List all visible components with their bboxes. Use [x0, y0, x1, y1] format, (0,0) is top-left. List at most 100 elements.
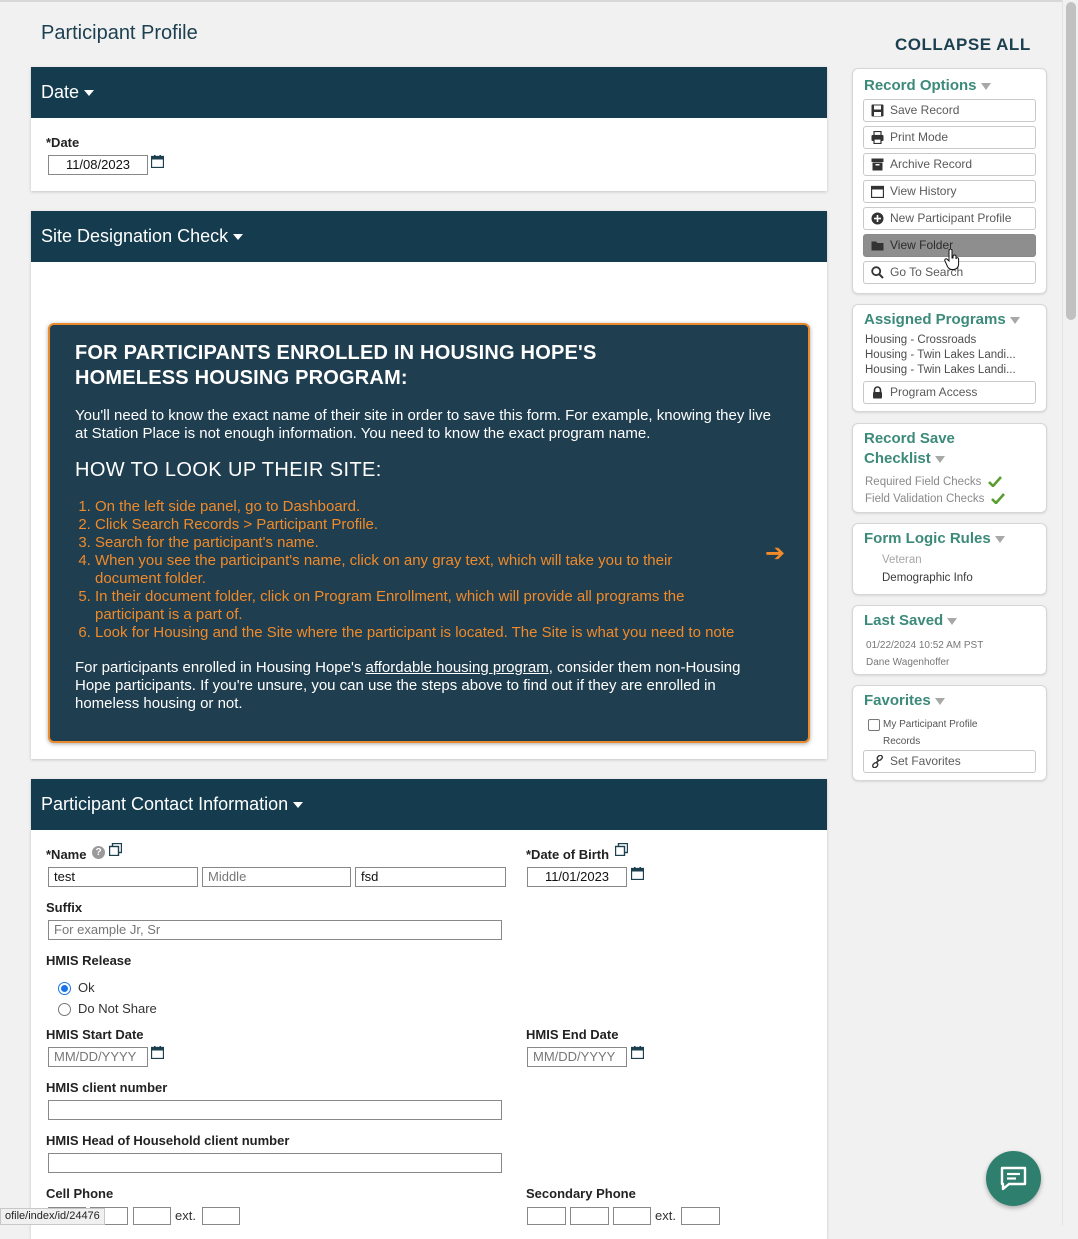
checklist-title-line2[interactable]: Checklist — [864, 449, 945, 469]
hmis-start-date-label: HMIS Start Date — [46, 1027, 144, 1042]
record-save-checklist-panel: Record Save Checklist Required Field Che… — [852, 423, 1047, 513]
form-logic-item-demographic: Demographic Info — [882, 572, 973, 584]
secondary-phone-area-input[interactable] — [527, 1207, 566, 1225]
print-mode-label: Print Mode — [890, 130, 949, 144]
affordable-housing-link[interactable]: affordable housing program — [366, 659, 549, 676]
last-saved-user: Dane Wagenhoffer — [866, 657, 950, 668]
last-name-input[interactable]: fsd — [355, 867, 506, 887]
checklist-title-line2-text: Checklist — [864, 450, 931, 467]
dob-input[interactable]: 11/01/2023 — [527, 867, 627, 887]
first-name-input[interactable]: test — [48, 867, 198, 887]
suffix-label: Suffix — [46, 900, 83, 915]
record-options-title-text: Record Options — [864, 77, 977, 94]
checklist-title-line1[interactable]: Record Save — [864, 429, 955, 449]
caret-down-icon — [947, 617, 958, 625]
new-participant-profile-button[interactable]: New Participant Profile — [863, 207, 1036, 230]
contact-section-header[interactable]: Participant Contact Information — [31, 779, 827, 830]
archive-record-button[interactable]: Archive Record — [863, 153, 1036, 176]
hmis-release-do-not-share-radio[interactable] — [58, 1003, 71, 1016]
scrollbar-thumb[interactable] — [1066, 2, 1076, 320]
favorites-checkbox-label-line1: My Participant Profile — [883, 719, 978, 730]
date-section: Date — [31, 67, 827, 191]
date-section-header[interactable]: Date — [31, 67, 827, 118]
assigned-programs-title-text: Assigned Programs — [864, 311, 1006, 328]
field-validation-checks-label: Field Validation Checks — [865, 493, 985, 505]
calendar-icon[interactable] — [631, 1046, 644, 1059]
page-title: Participant Profile — [41, 22, 198, 44]
dob-label: *Date of Birth — [526, 847, 610, 862]
lock-icon — [873, 386, 882, 399]
calendar-icon[interactable] — [151, 1046, 164, 1059]
hmis-client-number-label: HMIS client number — [46, 1080, 168, 1095]
folder-icon — [871, 241, 884, 251]
hmis-start-date-input[interactable]: MM/DD/YYYY — [48, 1047, 148, 1067]
assigned-programs-panel: Assigned Programs Housing - Crossroads H… — [852, 304, 1047, 412]
suffix-input[interactable]: For example Jr, Sr — [48, 920, 502, 940]
program-access-label: Program Access — [890, 385, 978, 399]
hmis-end-date-input[interactable]: MM/DD/YYYY — [527, 1047, 627, 1067]
assigned-program-item[interactable]: Housing - Twin Lakes Landi... — [865, 364, 1016, 376]
contact-section-title: Participant Contact Information — [41, 794, 289, 814]
calendar-icon[interactable] — [151, 155, 164, 168]
cell-phone-ext-input[interactable] — [202, 1207, 240, 1225]
hmis-client-number-input[interactable] — [48, 1100, 502, 1120]
assigned-program-item[interactable]: Housing - Crossroads — [865, 334, 976, 346]
hmis-head-of-household-input[interactable] — [48, 1153, 502, 1173]
view-history-button[interactable]: View History — [863, 180, 1036, 203]
secondary-phone-ext-input[interactable] — [681, 1207, 720, 1225]
secondary-phone-line-input[interactable] — [613, 1207, 651, 1225]
view-history-label: View History — [890, 184, 957, 198]
cell-phone-line-input[interactable] — [133, 1207, 171, 1225]
my-participant-profile-checkbox[interactable] — [868, 719, 880, 731]
plus-circle-icon — [871, 212, 884, 225]
secondary-phone-prefix-input[interactable] — [570, 1207, 609, 1225]
new-participant-profile-label: New Participant Profile — [890, 211, 1012, 225]
calendar-icon[interactable] — [631, 867, 644, 880]
info-step: Click Search Records > Participant Profi… — [95, 516, 795, 534]
caret-down-icon — [994, 535, 1005, 543]
form-logic-rules-panel: Form Logic Rules Veteran Demographic Inf… — [852, 523, 1047, 595]
required-field-checks: Required Field Checks — [865, 476, 1002, 489]
calendar-icon — [871, 185, 884, 198]
archive-record-label: Archive Record — [890, 157, 973, 171]
info-step: Search for the participant's name. — [95, 534, 795, 552]
assigned-program-item[interactable]: Housing - Twin Lakes Landi... — [865, 349, 1016, 361]
record-options-title[interactable]: Record Options — [864, 76, 991, 96]
secondary-phone-ext-label: ext. — [655, 1208, 676, 1223]
form-logic-rules-title[interactable]: Form Logic Rules — [864, 529, 1005, 549]
check-icon — [987, 476, 1002, 489]
date-label: *Date — [46, 135, 80, 150]
search-icon — [871, 266, 884, 279]
favorites-title[interactable]: Favorites — [864, 691, 945, 711]
print-mode-button[interactable]: Print Mode — [863, 126, 1036, 149]
chat-button[interactable] — [986, 1151, 1041, 1206]
save-record-button[interactable]: Save Record — [863, 99, 1036, 122]
vertical-scrollbar[interactable] — [1062, 0, 1078, 1225]
caret-down-icon — [233, 234, 244, 241]
last-saved-title-text: Last Saved — [864, 612, 944, 629]
set-favorites-button[interactable]: Set Favorites — [863, 750, 1036, 773]
last-saved-timestamp: 01/22/2024 10:52 AM PST — [866, 640, 984, 651]
copy-icon[interactable] — [109, 843, 122, 856]
help-icon[interactable]: ? — [92, 846, 105, 859]
date-input[interactable]: 11/08/2023 — [48, 155, 148, 175]
copy-icon[interactable] — [615, 843, 628, 856]
info-howto-title: HOW TO LOOK UP THEIR SITE: — [75, 459, 382, 481]
status-bar-url: ofile/index/id/24476 — [0, 1208, 105, 1225]
assigned-programs-title[interactable]: Assigned Programs — [864, 310, 1020, 330]
info-step: When you see the participant's name, cli… — [95, 552, 735, 588]
last-saved-title[interactable]: Last Saved — [864, 611, 958, 631]
caret-down-icon — [293, 802, 304, 809]
cell-phone-label: Cell Phone — [46, 1186, 114, 1201]
site-section-title: Site Designation Check — [41, 226, 229, 246]
caret-down-icon — [980, 82, 991, 90]
collapse-all-button[interactable]: COLLAPSE ALL — [895, 35, 1031, 55]
program-access-button[interactable]: Program Access — [863, 381, 1036, 404]
site-section-header[interactable]: Site Designation Check — [31, 211, 827, 262]
arrow-right-icon: ➔ — [765, 540, 786, 567]
secondary-phone-label: Secondary Phone — [526, 1186, 636, 1201]
print-icon — [871, 131, 884, 144]
save-icon — [871, 104, 884, 117]
middle-name-input[interactable]: Middle — [202, 867, 351, 887]
hmis-release-ok-radio[interactable] — [58, 982, 71, 995]
